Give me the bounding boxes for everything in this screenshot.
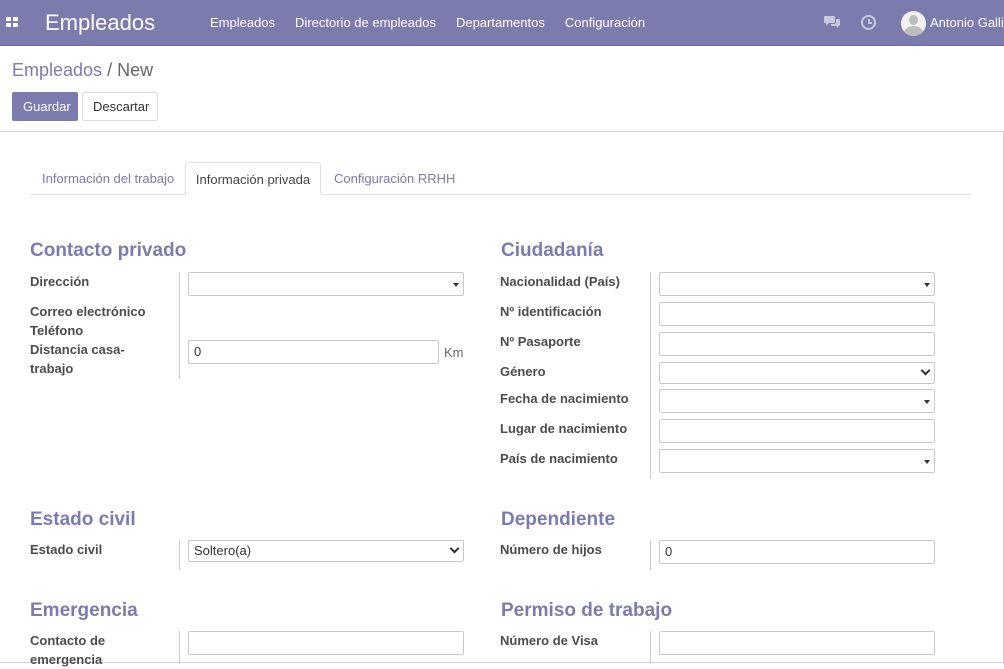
phone-label: Teléfono — [30, 323, 84, 338]
user-avatar[interactable] — [901, 11, 926, 36]
breadcrumb-current: New — [117, 60, 154, 80]
tab-configuracion-rrhh[interactable]: Configuración RRHH — [334, 162, 455, 195]
section-title-contacto-privado: Contacto privado — [30, 240, 187, 261]
distance-input[interactable]: 0 — [188, 340, 439, 364]
caret-down-icon — [924, 460, 930, 464]
children-input[interactable]: 0 — [659, 540, 935, 564]
breadcrumb-separator: / — [102, 60, 118, 80]
birthplace-label: Lugar de nacimiento — [500, 421, 628, 436]
menu-item-configuracion[interactable]: Configuración — [555, 0, 655, 46]
chevron-down-icon — [449, 543, 460, 554]
label-divider — [650, 540, 651, 570]
identification-label: Nº identificación — [500, 304, 602, 319]
menu-item-empleados[interactable]: Empleados — [200, 0, 285, 46]
distance-label-line2: trabajo — [30, 361, 74, 376]
section-title-ciudadania: Ciudadanía — [501, 240, 604, 261]
control-panel-divider — [0, 131, 1004, 132]
label-divider — [650, 631, 651, 664]
section-title-dependiente: Dependiente — [501, 509, 616, 530]
caret-down-icon — [924, 283, 930, 287]
app-title: Empleados — [45, 10, 156, 35]
label-divider — [179, 540, 180, 570]
emergency-contact-input[interactable] — [188, 631, 464, 655]
main-menu: Empleados Directorio de empleados Depart… — [200, 0, 655, 46]
nationality-label: Nacionalidad (País) — [500, 274, 620, 289]
birth-country-select[interactable] — [659, 449, 935, 473]
identification-input[interactable] — [659, 302, 935, 326]
section-title-emergencia: Emergencia — [30, 600, 138, 621]
gender-select[interactable] — [659, 362, 935, 384]
visa-number-label: Número de Visa — [500, 633, 599, 648]
passport-input[interactable] — [659, 332, 935, 356]
section-title-permiso-trabajo: Permiso de trabajo — [501, 600, 673, 621]
caret-down-icon — [924, 400, 930, 404]
form-tabs: Información del trabajo Información priv… — [30, 162, 971, 195]
birthplace-input[interactable] — [659, 419, 935, 443]
save-button[interactable]: Guardar — [12, 92, 78, 121]
passport-label: Nº Pasaporte — [500, 334, 581, 349]
menu-item-departamentos[interactable]: Departamentos — [446, 0, 555, 46]
activity-clock-icon[interactable] — [861, 15, 876, 30]
address-select[interactable] — [188, 272, 464, 296]
label-divider — [650, 272, 651, 479]
user-name[interactable]: Antonio Galli — [930, 0, 1004, 46]
label-divider — [179, 272, 180, 379]
chat-icon[interactable] — [824, 15, 841, 29]
label-divider — [179, 631, 180, 664]
children-label: Número de hijos — [500, 542, 602, 557]
menu-item-directorio[interactable]: Directorio de empleados — [285, 0, 446, 46]
address-label: Dirección — [30, 274, 90, 289]
birthdate-picker[interactable] — [659, 389, 935, 413]
email-label: Correo electrónico — [30, 304, 146, 319]
birth-country-label: País de nacimiento — [500, 451, 618, 466]
visa-number-input[interactable] — [659, 631, 935, 655]
tab-informacion-privada[interactable]: Información privada — [185, 162, 321, 195]
marital-status-value: Soltero(a) — [194, 543, 252, 558]
emergency-contact-label-line2: emergencia — [30, 652, 103, 667]
caret-down-icon — [453, 283, 459, 287]
sheet-bottom-border — [0, 662, 1004, 663]
emergency-contact-label-line1: Contacto de — [30, 633, 106, 648]
breadcrumb-parent[interactable]: Empleados — [12, 60, 102, 80]
gender-label: Género — [500, 364, 546, 379]
birthdate-label: Fecha de nacimiento — [500, 391, 629, 406]
nationality-select[interactable] — [659, 272, 935, 296]
marital-status-label: Estado civil — [30, 542, 103, 557]
chevron-down-icon — [920, 365, 931, 376]
top-navbar: Empleados Empleados Directorio de emplea… — [0, 0, 1004, 46]
tab-informacion-trabajo[interactable]: Información del trabajo — [42, 162, 174, 195]
discard-button[interactable]: Descartar — [82, 92, 158, 121]
apps-menu-icon[interactable] — [6, 17, 19, 28]
distance-label-line1: Distancia casa- — [30, 342, 125, 357]
section-title-estado-civil: Estado civil — [30, 509, 136, 530]
distance-unit: Km — [444, 345, 464, 360]
marital-status-select[interactable]: Soltero(a) — [188, 540, 464, 562]
breadcrumb: Empleados / New — [12, 60, 153, 81]
